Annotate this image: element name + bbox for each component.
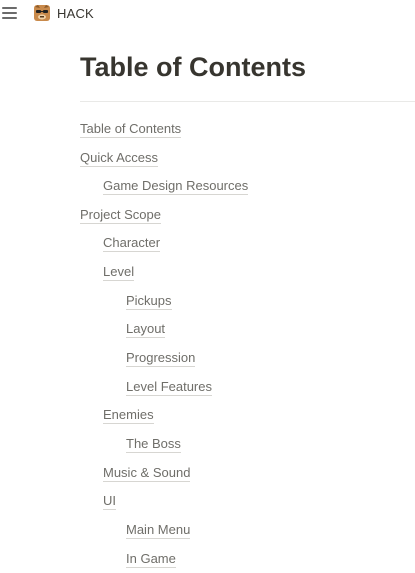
- toc-item-main-menu[interactable]: Main Menu: [126, 522, 191, 539]
- table-of-contents: Table of Contents Quick Access Game Desi…: [0, 0, 415, 573]
- toc-item-character[interactable]: Character: [103, 235, 161, 252]
- toc-item-game-design-resources[interactable]: Game Design Resources: [103, 178, 249, 195]
- toc-item-ui[interactable]: UI: [103, 493, 116, 510]
- toc-item-the-boss[interactable]: The Boss: [126, 436, 181, 453]
- toc-item-quick-access[interactable]: Quick Access: [80, 150, 159, 167]
- toc-item-layout[interactable]: Layout: [126, 321, 166, 338]
- toc-item-pickups[interactable]: Pickups: [126, 293, 172, 310]
- toc-item-project-scope[interactable]: Project Scope: [80, 207, 161, 224]
- toc-item-level[interactable]: Level: [103, 264, 135, 281]
- toc-item-in-game[interactable]: In Game: [126, 551, 176, 568]
- toc-item-progression[interactable]: Progression: [126, 350, 196, 367]
- toc-item-table-of-contents[interactable]: Table of Contents: [80, 121, 182, 138]
- toc-item-enemies[interactable]: Enemies: [103, 407, 154, 424]
- toc-item-music-sound[interactable]: Music & Sound: [103, 465, 191, 482]
- toc-item-level-features[interactable]: Level Features: [126, 379, 212, 396]
